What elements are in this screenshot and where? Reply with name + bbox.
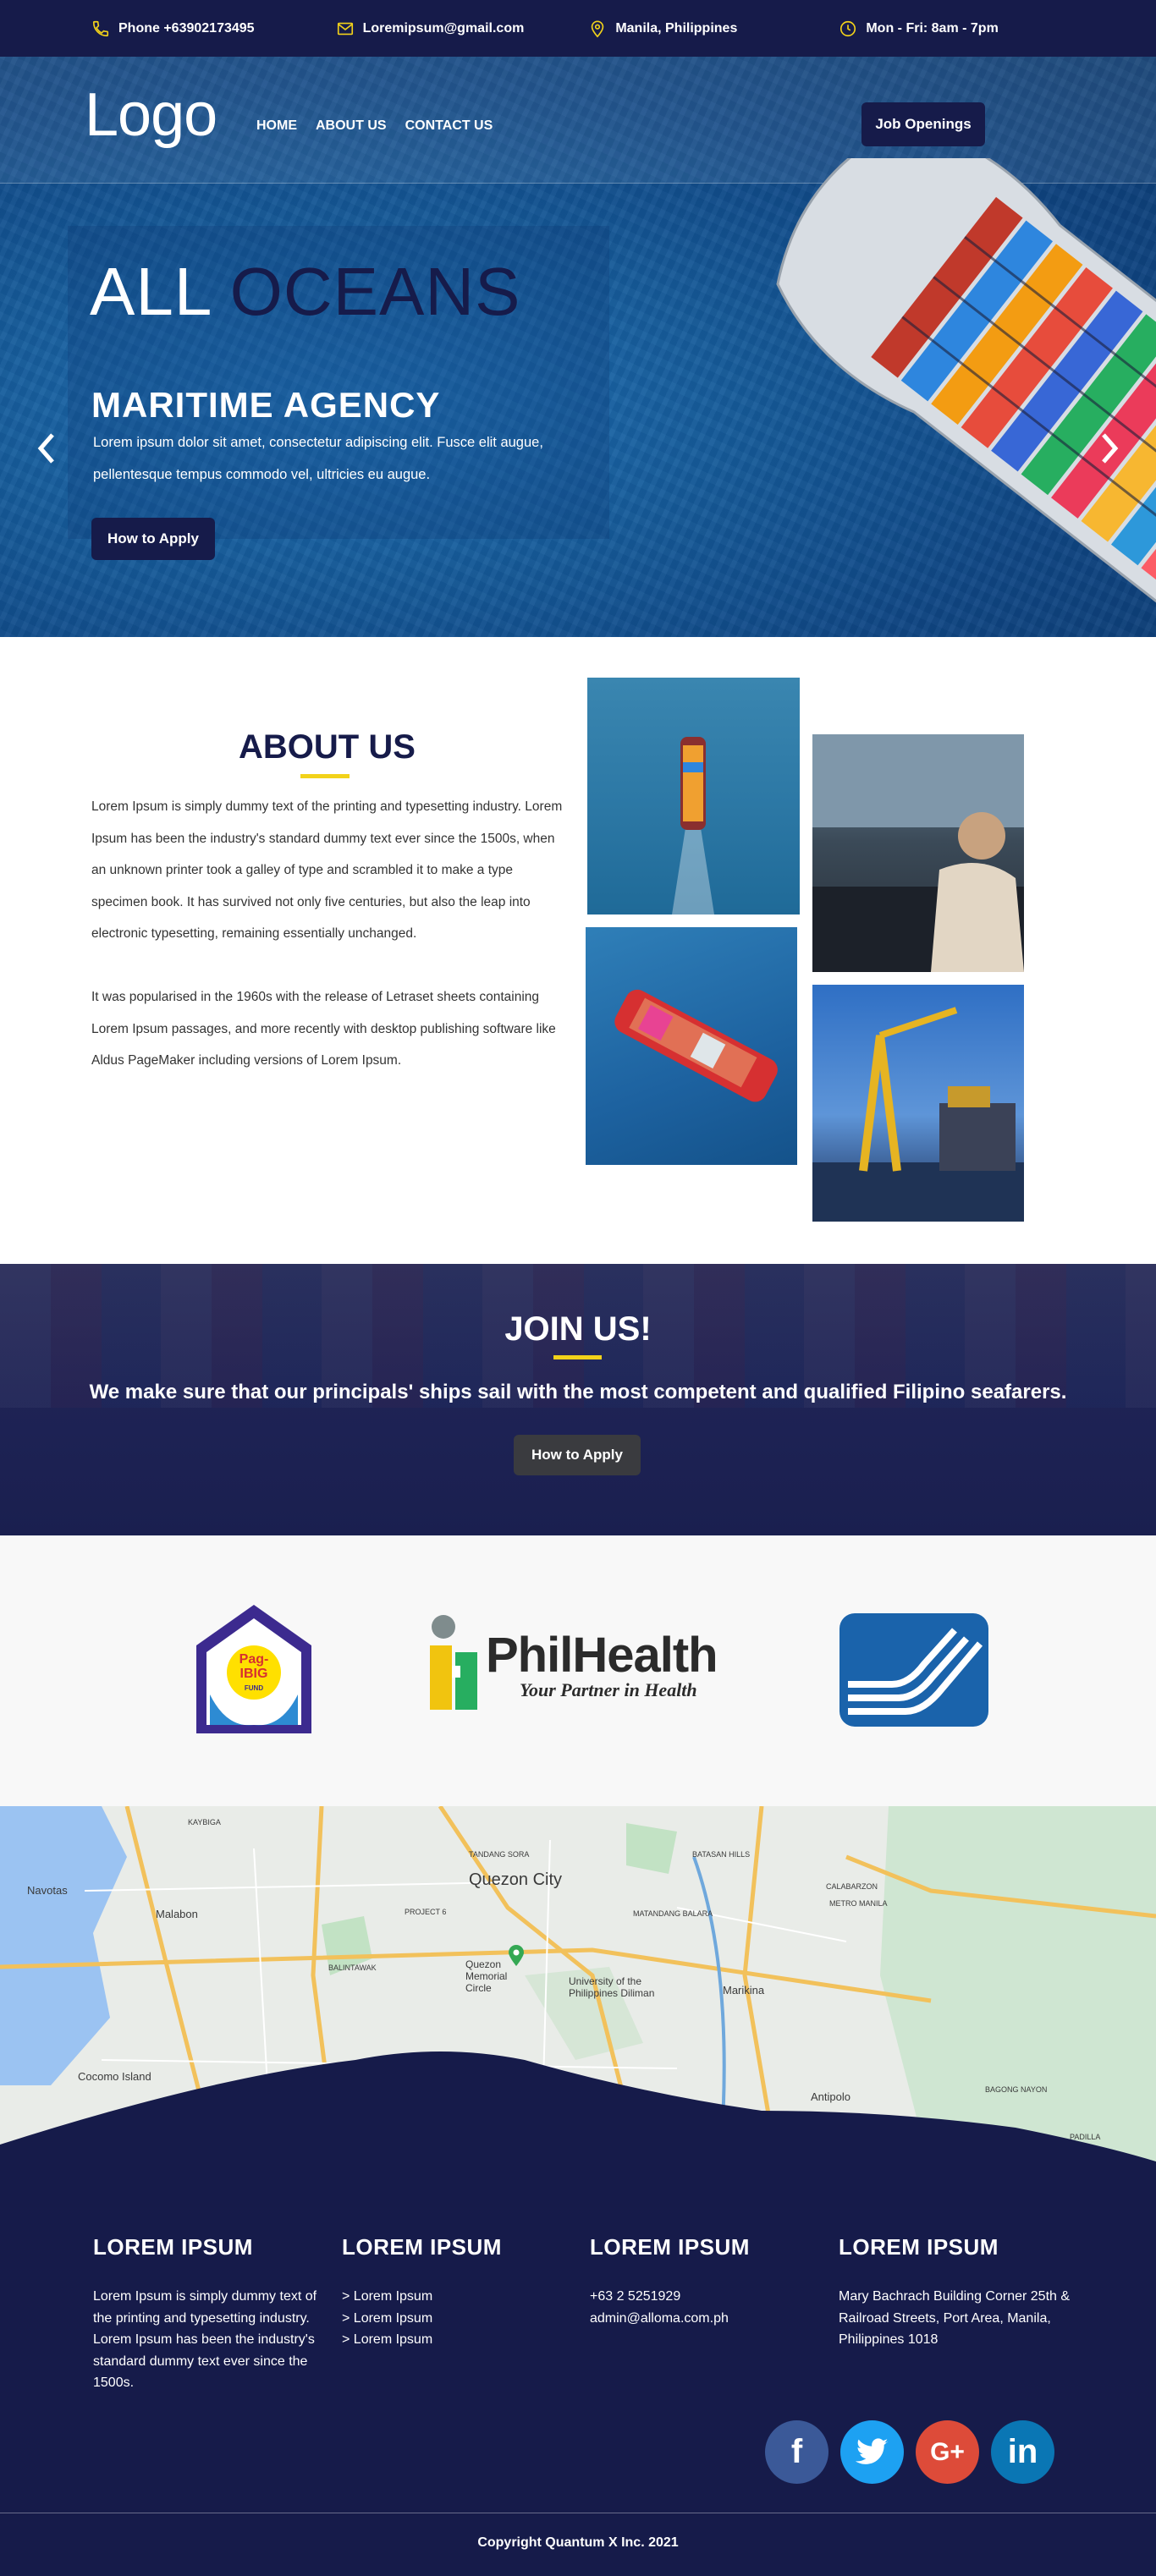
pagibig-logo[interactable]: Pag- IBIG FUND [193,1601,315,1737]
clock-icon [840,20,856,36]
footer-link-1[interactable]: > Lorem Ipsum [342,2286,562,2308]
footer-address: Mary Bachrach Building Corner 25th & Rai… [839,2289,1071,2347]
footer-col1-text: Lorem Ipsum is simply dummy text of the … [93,2289,317,2390]
nav-about-us[interactable]: ABOUT US [316,118,387,134]
footer-email[interactable]: admin@alloma.com.ph [590,2308,810,2330]
container-ship-image [776,158,1156,637]
location-pin-icon [592,19,604,37]
about-paragraph-2: It was popularised in the 1960s with the… [91,990,556,1068]
map-label-matandang-balara: MATANDANG BALARA [633,1909,713,1918]
hero-title: ALL OCEANS [90,253,520,331]
mail-icon [337,22,353,35]
main-nav: HOME ABOUT US CONTACT US [256,118,493,134]
twitter-bird-icon [855,2437,888,2464]
about-title: ABOUT US [239,728,416,766]
facebook-icon[interactable]: f [765,2420,828,2484]
hero-subtitle: MARITIME AGENCY [91,385,441,425]
map-label-calabarzon: CALABARZON [826,1882,878,1891]
footer-col-contact: LOREM IPSUM +63 2 5251929 admin@alloma.c… [590,2234,810,2329]
phone-icon [92,20,109,36]
pagibig-text: Pag- IBIG FUND [193,1652,315,1695]
footer-link-3[interactable]: > Lorem Ipsum [342,2329,562,2351]
map-pin-icon[interactable] [508,1945,525,1967]
about-paragraph-1: Lorem Ipsum is simply dummy text of the … [91,799,563,941]
email-text: Loremipsum@gmail.com [362,20,525,36]
job-openings-button[interactable]: Job Openings [861,102,985,146]
map-label-balintawak: BALINTAWAK [328,1964,377,1972]
map-label-kaybiga: KAYBIGA [188,1818,221,1826]
location-text: Manila, Philippines [615,20,738,36]
about-section: ABOUT US Lorem Ipsum is simply dummy tex… [0,637,1156,1264]
map-label-quezon-city: Quezon City [469,1870,563,1889]
twitter-icon[interactable] [840,2420,904,2484]
hero-description: Lorem ipsum dolor sit amet, consectetur … [93,435,543,482]
nav-home[interactable]: HOME [256,118,297,134]
pagibig-line1: Pag- [239,1652,269,1667]
phone-text: Phone +63902173495 [118,20,255,36]
slider-next-arrow-icon[interactable] [1097,431,1122,465]
linkedin-icon[interactable]: in [991,2420,1054,2484]
hours-info: Mon - Fri: 8am - 7pm [839,19,999,38]
location-map[interactable]: Quezon City Navotas Malabon Marikina Ant… [0,1806,1156,2173]
partners-section: Pag- IBIG FUND PhilHealth Your Partner i… [0,1535,1156,1806]
map-label-project-6: PROJECT 6 [405,1908,447,1916]
footer-col-links: LOREM IPSUM > Lorem Ipsum > Lorem Ipsum … [342,2234,562,2351]
join-title: JOIN US! [504,1310,652,1348]
map-label-antipolo: Antipolo [811,2090,850,2103]
slider-prev-arrow-icon[interactable] [34,431,59,465]
footer: LOREM IPSUM Lorem Ipsum is simply dummy … [0,2173,1156,2576]
map-label-metro-manila: METRO MANILA [829,1899,888,1908]
map-label-navotas: Navotas [27,1884,68,1897]
footer-col3-title: LOREM IPSUM [590,2234,750,2260]
map-label-malabon: Malabon [156,1908,198,1920]
footer-link-2[interactable]: > Lorem Ipsum [342,2308,562,2330]
footer-col-about: LOREM IPSUM Lorem Ipsum is simply dummy … [93,2234,322,2394]
footer-phone[interactable]: +63 2 5251929 [590,2286,810,2308]
philhealth-mark-icon [430,1615,477,1710]
join-how-to-apply-button[interactable]: How to Apply [514,1435,641,1475]
philhealth-name: PhilHealth [486,1628,718,1683]
google-plus-icon[interactable]: G+ [916,2420,979,2484]
map-label-padilla: PADILLA [1070,2133,1101,2141]
map-label-up-diliman: University of the Philippines Diliman [569,1975,655,1999]
pagibig-line2: IBIG [239,1667,268,1681]
philhealth-tagline: Your Partner in Health [520,1679,697,1700]
phone-info[interactable]: Phone +63902173495 [91,19,255,38]
map-label-cocomo-island: Cocomo Island [78,2070,151,2083]
join-subtitle: We make sure that our principals' ships … [89,1381,1067,1403]
email-info[interactable]: Loremipsum@gmail.com [336,19,525,38]
hours-text: Mon - Fri: 8am - 7pm [866,20,999,36]
footer-contact-list: +63 2 5251929 admin@alloma.com.ph [590,2286,810,2329]
photo-ship-aerial [587,678,800,915]
map-label-bagong-nayon: BAGONG NAYON [985,2085,1048,2094]
footer-link-list: > Lorem Ipsum > Lorem Ipsum > Lorem Ipsu… [342,2286,562,2351]
join-us-section: JOIN US! We make sure that our principal… [0,1264,1156,1535]
photo-red-cargo-ship [586,927,797,1165]
pagibig-line3: FUND [244,1684,264,1692]
location-info: Manila, Philippines [588,19,737,38]
site-logo[interactable]: Logo [85,80,217,150]
photo-port-crane [812,985,1024,1222]
footer-col4-title: LOREM IPSUM [839,2234,999,2260]
about-title-underline [300,774,350,778]
footer-col-address: LOREM IPSUM Mary Bachrach Building Corne… [839,2234,1076,2351]
sss-logo[interactable] [839,1613,988,1727]
photo-captain-bridge [812,734,1024,972]
footer-col2-title: LOREM IPSUM [342,2234,502,2260]
map-label-batasan-hills: BATASAN HILLS [692,1850,751,1859]
hero-title-part1: ALL [90,254,230,329]
join-title-underline [553,1355,602,1359]
copyright-text: Copyright Quantum X Inc. 2021 [477,2535,679,2550]
philhealth-logo[interactable]: PhilHealth Your Partner in Health [425,1610,746,1720]
social-links: f G+ in [765,2420,1054,2484]
footer-col1-title: LOREM IPSUM [93,2234,253,2260]
hero-slider: Logo HOME ABOUT US CONTACT US Job Openin… [0,57,1156,637]
nav-contact-us[interactable]: CONTACT US [405,118,493,134]
hero-how-to-apply-button[interactable]: How to Apply [91,518,215,560]
hero-title-part2: OCEANS [229,254,521,329]
top-contact-bar: Phone +63902173495 Loremipsum@gmail.com … [0,0,1156,57]
map-label-marikina: Marikina [723,1984,765,1997]
map-label-tandang-sora: TANDANG SORA [469,1850,530,1859]
